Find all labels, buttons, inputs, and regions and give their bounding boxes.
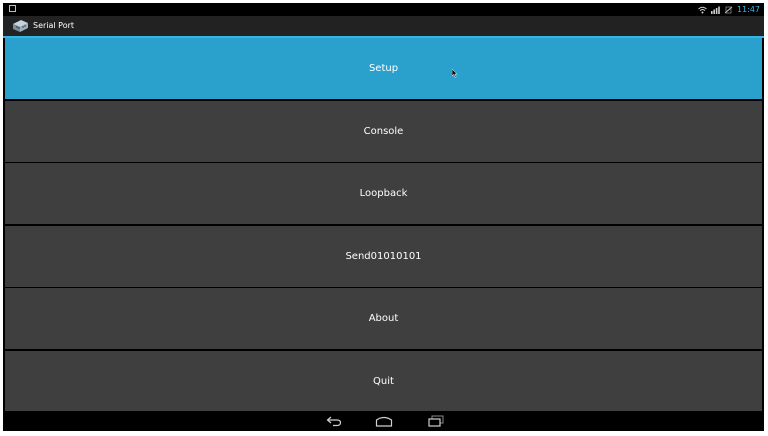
- about-button-label: About: [368, 313, 399, 324]
- status-icons: 11:47: [698, 3, 760, 16]
- wifi-icon: [698, 6, 707, 13]
- console-button[interactable]: Console: [5, 101, 762, 162]
- quit-button-label: Quit: [373, 375, 394, 387]
- recents-icon[interactable]: [428, 415, 444, 427]
- action-bar: Serial Port: [3, 16, 764, 38]
- loopback-button-label: Loopback: [359, 188, 408, 199]
- signal-icon: [710, 6, 720, 14]
- notification-square-icon: [9, 5, 16, 12]
- setup-button-label: Setup: [368, 63, 399, 74]
- navigation-bar: [3, 411, 764, 431]
- home-icon[interactable]: [375, 415, 393, 427]
- back-icon[interactable]: [326, 415, 342, 427]
- serial-port-icon: [13, 20, 28, 32]
- mouse-cursor-icon: [452, 69, 458, 78]
- app-title: Serial Port: [33, 21, 75, 30]
- send01010101-button[interactable]: Send01010101: [5, 226, 762, 287]
- send01010101-button-label: Send01010101: [345, 251, 422, 262]
- battery-icon: [724, 6, 733, 13]
- device-screen: 11:47 Serial Port Setup Console Loopback…: [3, 3, 764, 431]
- console-button-label: Console: [363, 126, 404, 137]
- loopback-button[interactable]: Loopback: [5, 163, 762, 224]
- quit-button[interactable]: Quit: [5, 351, 762, 411]
- status-time: 11:47: [736, 5, 760, 14]
- setup-button[interactable]: Setup: [5, 38, 762, 99]
- about-button[interactable]: About: [5, 288, 762, 349]
- status-bar: 11:47: [3, 3, 764, 16]
